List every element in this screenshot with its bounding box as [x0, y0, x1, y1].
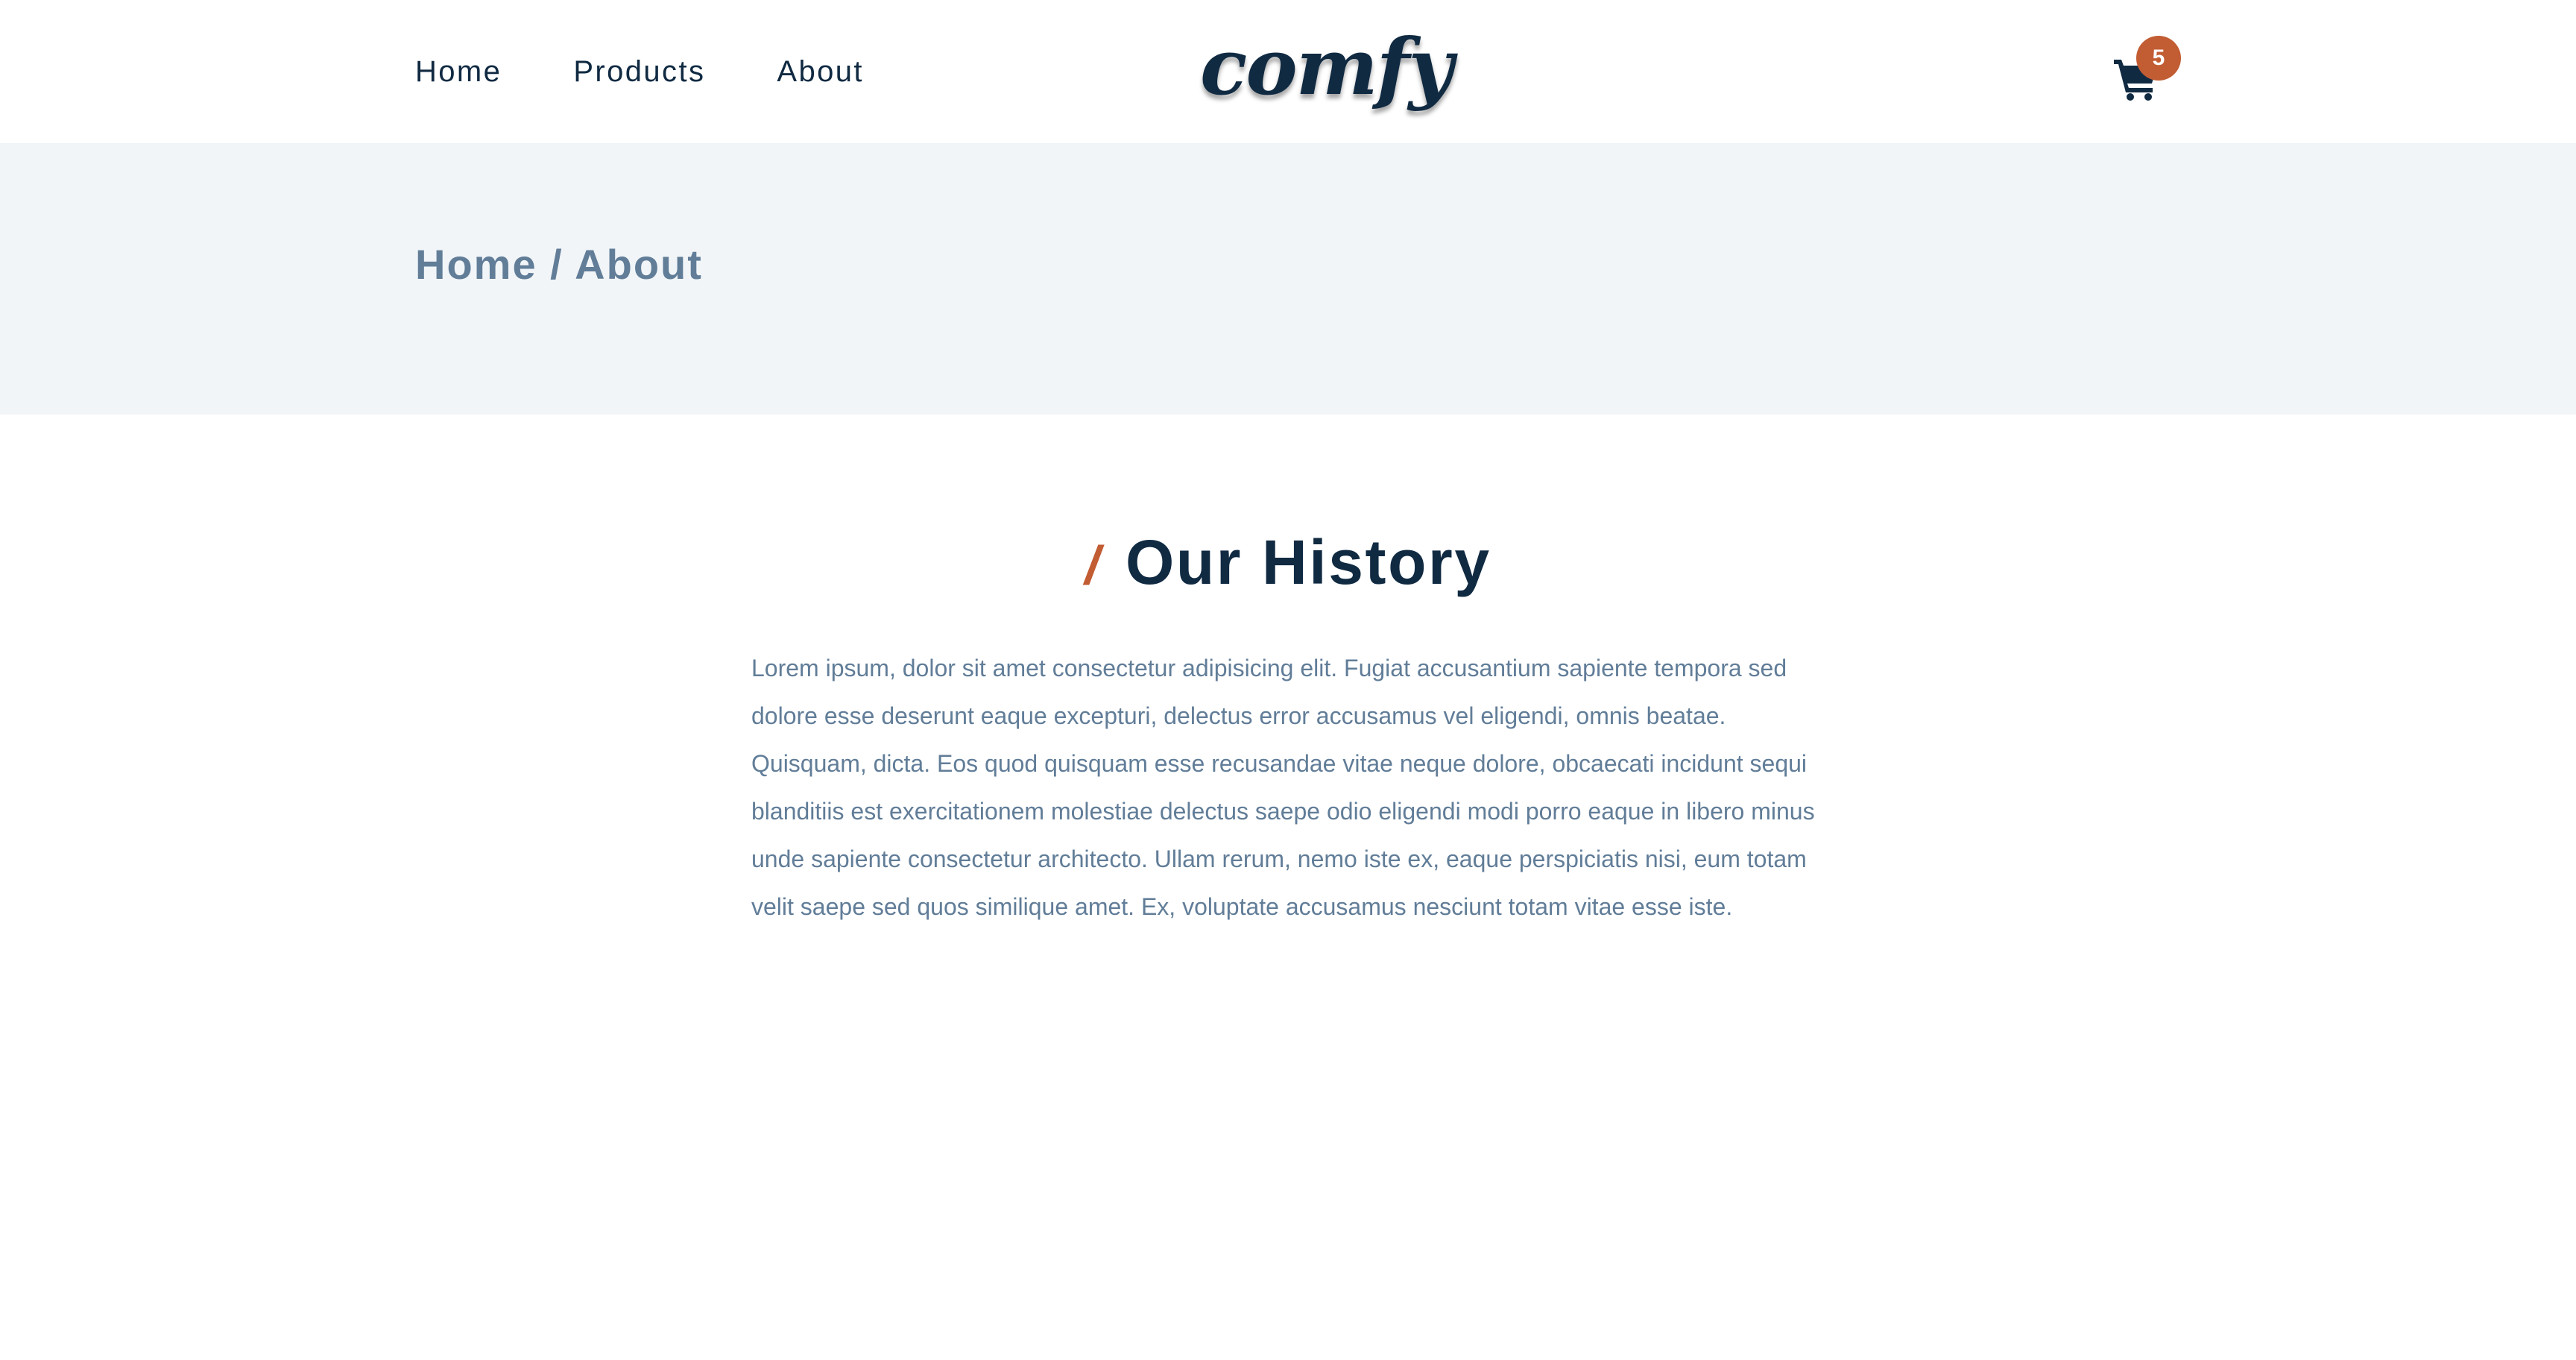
cart-count-badge: 5	[2136, 36, 2181, 81]
section-title-text: Our History	[1125, 527, 1491, 597]
nav-link-about[interactable]: About	[777, 55, 864, 89]
page-hero: Home / About	[0, 143, 2576, 415]
history-paragraph: Lorem ipsum, dolor sit amet consectetur …	[751, 655, 1815, 920]
section-title: / Our History	[0, 526, 2576, 599]
nav-link-home[interactable]: Home	[415, 55, 502, 89]
logo[interactable]: comfy	[1200, 21, 1453, 114]
cart-button[interactable]: 5	[2112, 36, 2187, 106]
breadcrumb: Home / About	[415, 241, 703, 288]
nav-links: Home Products About	[415, 0, 864, 143]
navbar: Home Products About comfy 5	[0, 0, 2576, 143]
nav-link-products[interactable]: Products	[573, 55, 705, 89]
title-slash-accent: /	[1085, 536, 1102, 596]
